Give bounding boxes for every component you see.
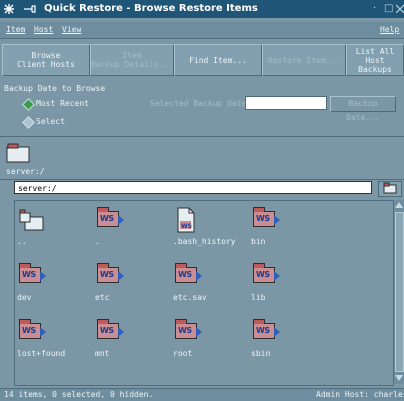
parent-folder-icon (19, 209, 44, 231)
workstation-folder-icon: WS (97, 319, 124, 339)
vertical-scrollbar[interactable] (393, 200, 404, 384)
file-item[interactable]: .. (17, 205, 77, 246)
select-label[interactable]: Select (36, 117, 65, 126)
file-item-label: mnt (95, 349, 110, 358)
minimize-icon[interactable]: · (373, 3, 376, 14)
scroll-thumb[interactable] (395, 212, 404, 372)
file-item[interactable]: WS bin (251, 205, 311, 246)
selected-backup-date-input[interactable] (245, 96, 327, 110)
workstation-folder-icon: WS (19, 263, 46, 283)
window-title: Quick Restore - Browse Restore Items (44, 3, 258, 14)
document-icon: WS (177, 207, 195, 233)
file-item-label: root (173, 349, 193, 358)
workstation-folder-icon: WS (253, 207, 280, 227)
close-icon[interactable] (395, 3, 404, 16)
browse-client-hosts-button[interactable]: Browse Client Hosts (2, 44, 90, 76)
file-item-label: etc (95, 293, 110, 302)
workstation-folder-icon: WS (97, 207, 124, 227)
window-menu-icon[interactable] (4, 4, 14, 14)
item-backup-details-button[interactable]: Item Backup Details... (90, 44, 174, 76)
pin-icon[interactable] (24, 5, 36, 13)
menu-help[interactable]: Help (380, 25, 399, 34)
workstation-folder-icon: WS (97, 263, 124, 283)
backup-date-section-label: Backup Date to Browse (4, 84, 106, 93)
file-grid: .. WS. WS .bash_history WS bin WS dev WS etc WS etc… (14, 200, 394, 386)
file-item[interactable]: WS etc (95, 261, 155, 302)
file-item[interactable]: WS root (173, 317, 233, 358)
select-radio[interactable] (22, 116, 35, 129)
status-bar: 14 items, 0 selected, 0 hidden. Admin Ho… (0, 388, 404, 401)
path-input[interactable]: server:/ (14, 181, 372, 194)
most-recent-label[interactable]: Most Recent (36, 99, 89, 108)
most-recent-radio[interactable] (22, 98, 35, 111)
host-strip: server:/ (0, 136, 404, 180)
file-item[interactable]: WS dev (17, 261, 77, 302)
parent-folder-button[interactable] (378, 181, 402, 197)
file-item-label: .. (17, 237, 27, 246)
selected-backup-date-label: Selected Backup Date: (150, 99, 252, 108)
file-item[interactable]: WS lib (251, 261, 311, 302)
menu-bar: Item Host View Help (0, 22, 404, 39)
file-item[interactable]: WS. (95, 205, 155, 246)
file-item[interactable]: WS mnt (95, 317, 155, 358)
file-item-label: .bash_history (173, 237, 236, 246)
scroll-up-icon[interactable] (395, 202, 403, 208)
status-summary: 14 items, 0 selected, 0 hidden. (4, 390, 154, 399)
file-item-label: dev (17, 293, 32, 302)
server-folder-icon[interactable] (6, 143, 30, 163)
workstation-folder-icon: WS (253, 319, 280, 339)
file-item-label: etc.sav (173, 293, 207, 302)
file-item-label: . (95, 237, 100, 246)
file-item-label: sbin (251, 349, 271, 358)
file-item[interactable]: WS .bash_history (173, 205, 236, 246)
file-item-label: lost+found (17, 349, 66, 358)
workstation-folder-icon: WS (175, 319, 202, 339)
svg-text:WS: WS (181, 223, 192, 230)
maximize-icon[interactable]: □ (384, 3, 393, 14)
menu-item[interactable]: Item (6, 25, 25, 34)
title-bar: Quick Restore - Browse Restore Items · □ (0, 0, 404, 18)
restore-item-button[interactable]: Restore Item... (262, 44, 346, 76)
file-item-label: bin (251, 237, 266, 246)
list-all-host-backups-button[interactable]: List All Host Backups (346, 44, 404, 76)
workstation-folder-icon: WS (19, 319, 46, 339)
menu-host[interactable]: Host (34, 25, 53, 34)
workstation-folder-icon: WS (175, 263, 202, 283)
file-item[interactable]: WS etc.sav (173, 261, 233, 302)
file-item[interactable]: WS sbin (251, 317, 311, 358)
toolbar: Browse Client Hosts Item Backup Details.… (0, 40, 404, 78)
admin-host-label: Admin Host: charlesc (316, 390, 404, 399)
file-item-label: lib (251, 293, 266, 302)
workstation-folder-icon: WS (253, 263, 280, 283)
scroll-down-icon[interactable] (395, 375, 403, 381)
server-host-label[interactable]: server:/ (6, 167, 45, 176)
file-item[interactable]: WS lost+found (17, 317, 77, 358)
backup-date-button[interactable]: Backup Date... (330, 96, 396, 122)
folder-up-icon (383, 182, 397, 194)
find-item-button[interactable]: Find Item... (174, 44, 262, 76)
menu-view[interactable]: View (62, 25, 81, 34)
